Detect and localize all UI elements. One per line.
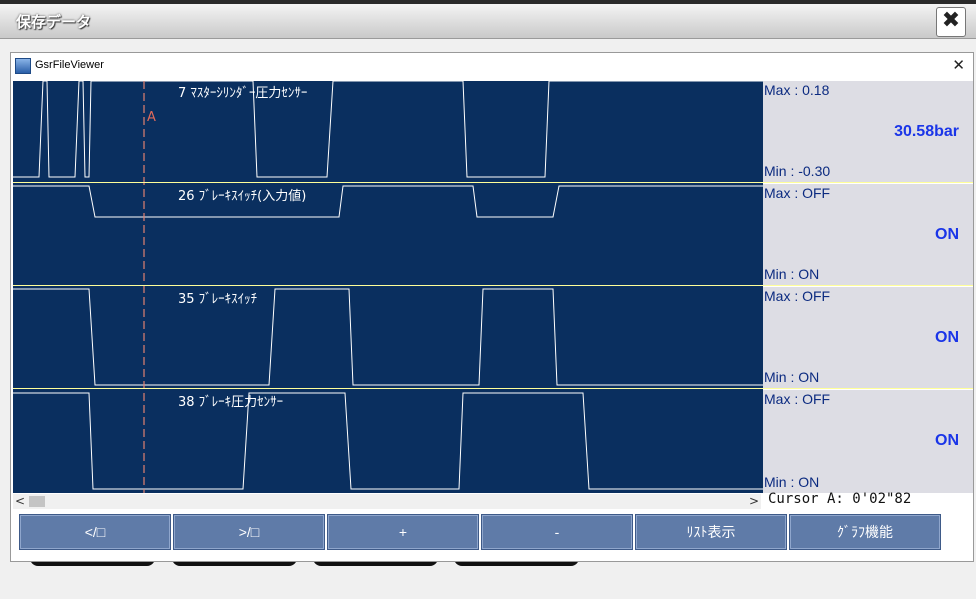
list-view-button[interactable]: ﾘｽﾄ表示 <box>635 514 787 550</box>
zoom-in-button[interactable]: + <box>327 514 479 550</box>
channel-current-value: 30.58bar <box>894 123 959 140</box>
scroll-right-icon[interactable]: > <box>749 494 759 508</box>
channel-values-panel: Max : OFF ON Min : ON <box>763 287 973 388</box>
channel-current-value: ON <box>935 432 959 449</box>
channel-current-value: ON <box>935 329 959 346</box>
channel-min: Min : -0.30 <box>764 163 831 179</box>
viewer-close-icon[interactable]: ✕ <box>952 56 965 74</box>
channel-max: Max : 0.18 <box>764 82 830 98</box>
app-icon <box>15 58 31 74</box>
gsr-file-viewer-window: GsrFileViewer ✕ A 7 ﾏｽﾀｰｼﾘﾝﾀﾞｰ圧力ｾﾝｻｰ 26 … <box>10 52 974 562</box>
viewer-titlebar: GsrFileViewer ✕ <box>11 53 973 79</box>
channel-label: 7 ﾏｽﾀｰｼﾘﾝﾀﾞｰ圧力ｾﾝｻｰ <box>178 86 308 101</box>
channel-min: Min : ON <box>764 266 820 282</box>
horizontal-scrollbar[interactable]: < > <box>13 494 761 509</box>
cursor-readout: Cursor A: 0'02"82 <box>768 491 912 507</box>
saved-data-dialog: 保存データ ✖ GsrFileViewer ✕ A 7 ﾏｽﾀｰｼﾘﾝﾀﾞｰ圧力… <box>0 4 976 599</box>
channel-label: 26 ﾌﾞﾚｰｷｽｲｯﾁ(入力値) <box>178 189 307 204</box>
channel-max: Max : OFF <box>764 288 831 304</box>
scroll-left-icon[interactable]: < <box>15 494 25 508</box>
channel-min: Min : ON <box>764 474 820 490</box>
channel-values-panel: Max : OFF ON Min : ON <box>763 390 973 493</box>
channel-values-panel: Max : 0.18 30.58bar Min : -0.30 <box>763 81 973 182</box>
channel-max: Max : OFF <box>764 391 831 407</box>
channel-values-panel: Max : OFF ON Min : ON <box>763 184 973 285</box>
graph-function-button[interactable]: ｸﾞﾗﾌ機能 <box>789 514 941 550</box>
viewer-title: GsrFileViewer <box>35 59 104 71</box>
prev-button[interactable]: </□ <box>19 514 171 550</box>
signal-graph[interactable]: A 7 ﾏｽﾀｰｼﾘﾝﾀﾞｰ圧力ｾﾝｻｰ 26 ﾌﾞﾚｰｷｽｲｯﾁ(入力値) 3… <box>13 81 973 493</box>
zoom-out-button[interactable]: - <box>481 514 633 550</box>
dialog-title: 保存データ <box>16 13 92 31</box>
next-button[interactable]: >/□ <box>173 514 325 550</box>
channel-min: Min : ON <box>764 369 820 385</box>
dialog-close-button[interactable]: ✖ <box>936 7 966 37</box>
channel-max: Max : OFF <box>764 185 831 201</box>
channel-label: 35 ﾌﾞﾚｰｷｽｲｯﾁ <box>178 292 258 307</box>
plot-area <box>13 81 763 493</box>
channel-current-value: ON <box>935 226 959 243</box>
channel-label: 38 ﾌﾞﾚｰｷ圧力ｾﾝｻｰ <box>178 395 284 410</box>
scroll-thumb[interactable] <box>29 496 45 507</box>
dialog-titlebar: 保存データ ✖ <box>0 4 976 39</box>
cursor-a-label: A <box>147 110 156 125</box>
